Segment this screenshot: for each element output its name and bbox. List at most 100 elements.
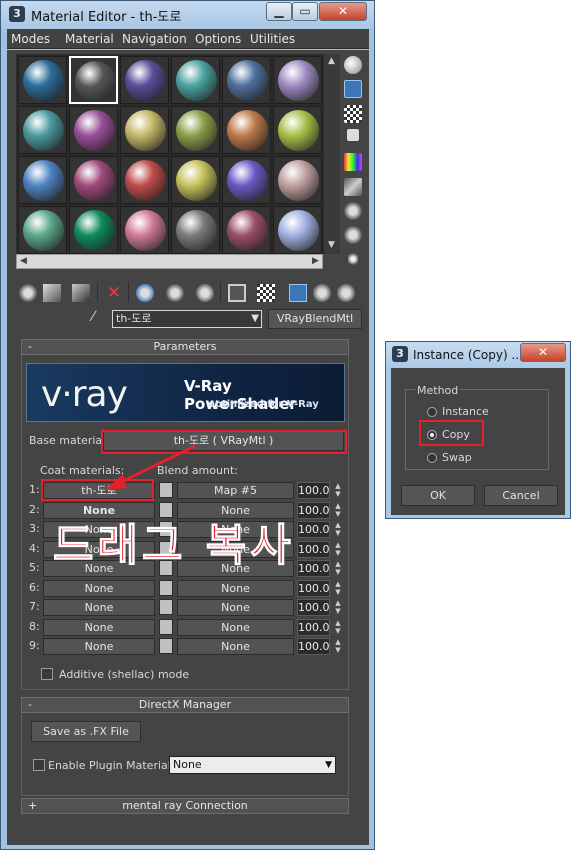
menu-material[interactable]: Material [65, 32, 114, 46]
material-slot[interactable] [222, 106, 271, 154]
coat-material-button[interactable]: None [43, 638, 155, 655]
select-by-material-icon[interactable] [344, 226, 362, 244]
spinner-arrows-icon[interactable]: ▲ ▼ [333, 599, 343, 616]
blend-map-button[interactable]: None [177, 638, 294, 655]
blend-map-button[interactable]: None [177, 619, 294, 636]
swap-radio[interactable] [427, 453, 437, 463]
instance-label[interactable]: Instance [442, 405, 489, 418]
get-material-icon[interactable] [19, 284, 37, 302]
enable-plugin-checkbox[interactable] [33, 759, 45, 771]
material-slot[interactable] [69, 206, 118, 254]
plugin-material-select[interactable]: None ▼ [169, 756, 336, 774]
save-fx-button[interactable]: Save as .FX File [31, 721, 141, 742]
spinner-arrows-icon[interactable]: ▲ ▼ [333, 560, 343, 577]
blend-amount-spinner[interactable]: 100.0 [297, 560, 330, 577]
material-slot[interactable] [171, 106, 220, 154]
cancel-button[interactable]: Cancel [484, 485, 558, 506]
menu-navigation[interactable]: Navigation [122, 32, 187, 46]
put-to-scene-icon[interactable] [43, 284, 61, 302]
blend-color-swatch[interactable] [159, 638, 173, 654]
uv-tiling-icon[interactable] [347, 129, 359, 141]
spinner-arrows-icon[interactable]: ▲ ▼ [333, 502, 343, 519]
material-slot[interactable] [120, 106, 169, 154]
material-slot[interactable] [222, 56, 271, 104]
blend-color-swatch[interactable] [159, 580, 173, 596]
show-end-result-icon[interactable] [257, 284, 275, 302]
spinner-arrows-icon[interactable]: ▲ ▼ [333, 638, 343, 655]
menu-options[interactable]: Options [195, 32, 241, 46]
menu-utilities[interactable]: Utilities [250, 32, 295, 46]
blend-amount-spinner[interactable]: 100.0 [297, 541, 330, 558]
spinner-arrows-icon[interactable]: ▲ ▼ [333, 619, 343, 636]
make-unique-icon[interactable] [136, 284, 154, 302]
material-slot[interactable] [18, 56, 67, 104]
close-button[interactable]: ✕ [319, 2, 367, 21]
mentalray-rollout-header[interactable]: + mental ray Connection [21, 798, 349, 814]
menu-modes[interactable]: Modes [11, 32, 50, 46]
go-forward-to-sibling-icon[interactable] [313, 284, 331, 302]
material-id-channel-icon[interactable] [196, 284, 214, 302]
blend-amount-spinner[interactable]: 100.0 [297, 638, 330, 655]
spinner-arrows-icon[interactable]: ▲ ▼ [333, 541, 343, 558]
reset-map-icon[interactable]: ✕ [105, 284, 123, 302]
blend-map-button[interactable]: None [177, 599, 294, 616]
material-slot[interactable] [69, 106, 118, 154]
scroll-right-icon[interactable]: ▶ [312, 256, 319, 266]
material-slot[interactable] [171, 156, 220, 204]
material-type-button[interactable]: VRayBlendMtl [268, 309, 362, 329]
ok-button[interactable]: OK [401, 485, 475, 506]
background-checker-icon[interactable] [344, 105, 362, 123]
slots-horizontal-scrollbar[interactable]: ◀ ▶ [16, 254, 323, 269]
blend-amount-spinner[interactable]: 100.0 [297, 580, 330, 597]
coat-material-button[interactable]: None [43, 619, 155, 636]
make-preview-icon[interactable] [344, 178, 362, 196]
material-slot[interactable] [171, 56, 220, 104]
material-map-navigator-icon[interactable] [348, 250, 358, 268]
material-slot[interactable] [273, 106, 322, 154]
options-icon[interactable] [344, 202, 362, 220]
material-slot[interactable] [171, 206, 220, 254]
parameters-rollout-header[interactable]: - Parameters [21, 339, 349, 355]
material-slot[interactable] [273, 156, 322, 204]
coat-material-button[interactable]: None [43, 580, 155, 597]
material-slot[interactable] [120, 156, 169, 204]
material-slot[interactable] [18, 206, 67, 254]
blend-amount-spinner[interactable]: 100.0 [297, 599, 330, 616]
put-to-library-icon[interactable] [166, 284, 184, 302]
material-slot[interactable] [273, 56, 322, 104]
material-slot[interactable] [69, 56, 118, 104]
dialog-close-button[interactable]: ✕ [520, 343, 566, 362]
blend-color-swatch[interactable] [159, 599, 173, 615]
material-slot[interactable] [120, 206, 169, 254]
spinner-arrows-icon[interactable]: ▲ ▼ [333, 482, 343, 499]
eyedropper-icon[interactable]: ⁄ [92, 309, 94, 325]
assign-to-selection-icon[interactable] [72, 284, 90, 302]
pick-material-from-object-icon[interactable] [337, 284, 355, 302]
blend-amount-spinner[interactable]: 100.0 [297, 502, 330, 519]
minimize-button[interactable]: ▁ [266, 2, 292, 21]
material-slot[interactable] [273, 206, 322, 254]
go-to-parent-icon[interactable] [289, 284, 307, 302]
scroll-down-icon[interactable]: ▼ [328, 240, 335, 250]
material-slot[interactable] [120, 56, 169, 104]
blend-amount-spinner[interactable]: 100.0 [297, 482, 330, 499]
material-slot[interactable] [222, 206, 271, 254]
backlight-icon[interactable] [344, 80, 362, 98]
material-slot[interactable] [18, 156, 67, 204]
material-slot[interactable] [222, 156, 271, 204]
scroll-up-icon[interactable]: ▲ [328, 56, 335, 66]
sample-type-icon[interactable] [344, 56, 362, 74]
spinner-arrows-icon[interactable]: ▲ ▼ [333, 521, 343, 538]
video-color-check-icon[interactable] [344, 153, 362, 171]
material-name-field[interactable]: th-도로 ▼ [112, 310, 262, 328]
blend-color-swatch[interactable] [159, 619, 173, 635]
blend-map-button[interactable]: None [177, 580, 294, 597]
scroll-left-icon[interactable]: ◀ [20, 256, 27, 266]
blend-amount-spinner[interactable]: 100.0 [297, 619, 330, 636]
maximize-button[interactable]: ▭ [292, 2, 318, 21]
swap-label[interactable]: Swap [442, 451, 472, 464]
blend-amount-spinner[interactable]: 100.0 [297, 521, 330, 538]
slots-vertical-scrollbar[interactable]: ▲ ▼ [323, 54, 340, 254]
show-shaded-material-icon[interactable] [228, 284, 246, 302]
directx-rollout-header[interactable]: - DirectX Manager [21, 697, 349, 713]
